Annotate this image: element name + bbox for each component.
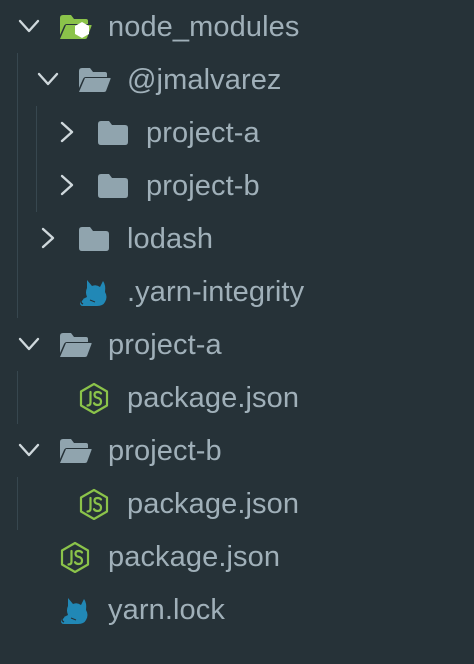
chevron-down-icon[interactable] bbox=[36, 67, 60, 91]
folder-icon bbox=[77, 223, 111, 255]
tree-item-file-package-json[interactable]: package.json bbox=[0, 371, 474, 424]
tree-item-label: project-a bbox=[146, 117, 260, 149]
nodejs-icon bbox=[77, 382, 111, 414]
tree-item-file-package-json[interactable]: package.json bbox=[0, 477, 474, 530]
chevron-right-icon[interactable] bbox=[55, 120, 79, 144]
tree-item-folder-lodash[interactable]: lodash bbox=[0, 212, 474, 265]
tree-item-folder-project-b[interactable]: project-b bbox=[0, 159, 474, 212]
tree-item-label: @jmalvarez bbox=[127, 64, 282, 96]
folder-icon bbox=[96, 117, 130, 149]
file-explorer-tree: node_modules @jmalvarez project-a projec… bbox=[0, 0, 474, 664]
yarn-icon bbox=[77, 276, 111, 308]
tree-item-folder-node-modules[interactable]: node_modules bbox=[0, 0, 474, 53]
chevron-down-icon[interactable] bbox=[17, 14, 41, 38]
nodejs-icon bbox=[58, 541, 92, 573]
tree-item-folder-project-b[interactable]: project-b bbox=[0, 424, 474, 477]
tree-item-label: yarn.lock bbox=[108, 594, 225, 626]
tree-item-label: lodash bbox=[127, 223, 214, 255]
chevron-right-icon[interactable] bbox=[36, 226, 60, 250]
chevron-right-icon[interactable] bbox=[55, 173, 79, 197]
folder-open-icon bbox=[77, 64, 111, 96]
folder-open-icon bbox=[58, 435, 92, 467]
nodejs-icon bbox=[77, 488, 111, 520]
tree-item-label: project-a bbox=[108, 329, 222, 361]
tree-item-file-yarn-lock[interactable]: yarn.lock bbox=[0, 583, 474, 636]
tree-item-label: package.json bbox=[127, 382, 300, 414]
tree-item-label: .yarn-integrity bbox=[127, 276, 305, 308]
node-modules-folder-open-icon bbox=[58, 11, 92, 43]
tree-item-label: node_modules bbox=[108, 11, 300, 43]
tree-item-label: package.json bbox=[127, 488, 300, 520]
tree-item-label: project-b bbox=[146, 170, 260, 202]
chevron-down-icon[interactable] bbox=[17, 332, 41, 356]
tree-item-label: package.json bbox=[108, 541, 281, 573]
tree-item-folder-project-a[interactable]: project-a bbox=[0, 318, 474, 371]
tree-item-label: project-b bbox=[108, 435, 222, 467]
tree-item-file-yarn-integrity[interactable]: .yarn-integrity bbox=[0, 265, 474, 318]
yarn-icon bbox=[58, 594, 92, 626]
tree-item-file-package-json[interactable]: package.json bbox=[0, 530, 474, 583]
folder-open-icon bbox=[58, 329, 92, 361]
tree-item-folder-jmalvarez[interactable]: @jmalvarez bbox=[0, 53, 474, 106]
tree-item-folder-project-a[interactable]: project-a bbox=[0, 106, 474, 159]
chevron-down-icon[interactable] bbox=[17, 438, 41, 462]
folder-icon bbox=[96, 170, 130, 202]
